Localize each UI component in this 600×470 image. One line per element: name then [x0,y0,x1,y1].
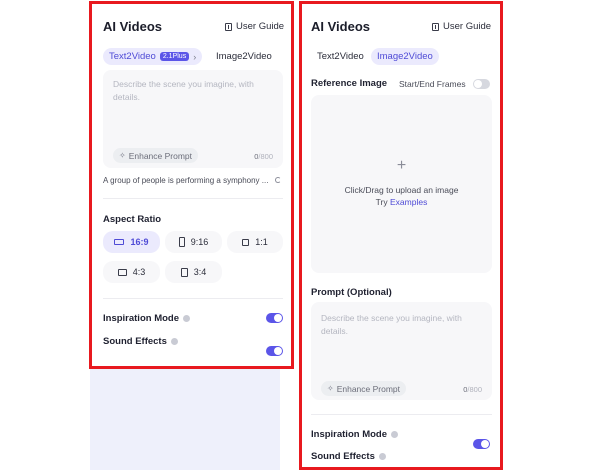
aspect-ratio-label: Aspect Ratio [103,214,161,225]
start-end-frames-label: Start/End Frames [399,79,466,89]
enhance-prompt-label: Enhance Prompt [128,150,193,161]
user-guide-link[interactable]: User Guide [225,21,284,32]
divider [103,298,283,299]
ratio-3-4[interactable]: 3:4 [165,261,222,283]
prompt-placeholder-line2: details. [321,326,348,336]
ratio-1-1[interactable]: 1:1 [227,231,283,253]
sound-effects-label: Sound Effects [311,451,386,462]
info-icon[interactable] [170,338,178,345]
info-icon[interactable] [391,431,398,438]
image2video-panel: AI Videos User Guide Text2Video Image2Vi… [299,1,503,470]
char-counter: 0/800 [463,385,482,394]
try-examples-line: Try Examples [311,197,492,207]
divider [103,198,283,199]
ratio-3-4-icon [180,267,188,277]
page-title: AI Videos [311,19,371,34]
ratio-3-4-label: 3:4 [193,267,207,277]
tab-text2video-label: Text2Video [317,51,364,62]
ratio-4-3[interactable]: 4:3 [103,261,160,283]
char-max: /800 [467,385,482,394]
reference-image-label: Reference Image [311,78,387,89]
examples-link[interactable]: Examples [390,197,427,207]
divider [311,414,492,415]
tab-text2video[interactable]: Text2Video [311,48,370,65]
tab-image2video[interactable]: Image2Video [210,48,278,65]
sound-effects-label: Sound Effects [103,336,178,347]
inspiration-mode-label: Inspiration Mode [103,313,190,324]
prompt-placeholder-line1: Describe the scene you imagine, with [113,79,254,89]
prompt-textarea[interactable]: Describe the scene you imagine, with det… [311,302,492,400]
ratio-landscape-icon [114,239,125,245]
enhance-prompt-button[interactable]: ✧ Enhance Prompt [321,381,407,396]
page-title: AI Videos [103,19,163,34]
prompt-placeholder-line2: details. [113,92,140,102]
tab-image2video-label: Image2Video [216,51,272,62]
chevron-right-icon: › [193,51,197,62]
toggle-knob [474,80,482,88]
ratio-4-3-label: 4:3 [132,267,146,277]
ratio-9-16-label: 9:16 [190,237,209,247]
book-icon [432,22,439,31]
plus-icon: + [396,157,407,174]
image-upload-area[interactable]: + Click/Drag to upload an image Try Exam… [311,95,492,273]
info-icon[interactable] [183,315,190,322]
aspect-ratio-label-text: Aspect Ratio [103,214,162,225]
inspiration-mode-toggle[interactable] [266,313,283,323]
user-guide-link[interactable]: User Guide [432,21,491,32]
inspiration-mode-label-text: Inspiration Mode [103,313,179,324]
inspiration-mode-toggle[interactable] [473,439,490,449]
tab-text2video-label: Text2Video [109,51,156,62]
user-guide-label: User Guide [443,21,492,32]
text2video-panel: AI Videos User Guide Text2Video 2.1Plus … [89,1,294,369]
prompt-placeholder-line1: Describe the scene you imagine, with [321,313,462,323]
tab-image2video[interactable]: Image2Video [371,48,439,65]
toggle-knob [274,314,282,322]
tab-image2video-label: Image2Video [377,51,433,62]
ratio-1-1-label: 1:1 [255,237,268,247]
char-max: /800 [258,152,273,161]
wand-icon: ✧ [327,384,334,393]
ratio-9-16[interactable]: 9:16 [165,231,222,253]
ratio-portrait-icon [178,237,185,247]
try-prefix: Try [375,197,390,207]
ratio-16-9[interactable]: 16:9 [103,231,160,253]
sound-effects-label-text: Sound Effects [311,451,375,462]
reference-image-label-text: Reference Image [311,78,388,89]
example-prompt-hint[interactable]: A group of people is performing a sympho… [103,176,268,185]
version-badge: 2.1Plus [159,52,190,61]
ratio-16-9-label: 16:9 [130,237,149,247]
user-guide-label: User Guide [236,21,285,32]
sound-effects-label-text: Sound Effects [103,336,167,347]
info-icon[interactable] [378,453,386,460]
ratio-4-3-icon [117,268,127,276]
inspiration-mode-label-text: Inspiration Mode [311,429,387,440]
enhance-prompt-button[interactable]: ✧ Enhance Prompt [113,148,199,163]
inspiration-mode-label: Inspiration Mode [311,429,398,440]
wand-icon: ✧ [119,151,126,160]
prompt-optional-label-text: Prompt (Optional) [311,287,392,298]
toggle-knob [274,347,282,355]
start-end-frames-toggle[interactable] [473,79,490,89]
upload-instruction: Click/Drag to upload an image [344,185,459,195]
refresh-icon[interactable] [275,177,281,183]
prompt-optional-label: Prompt (Optional) [311,287,392,298]
sound-effects-toggle[interactable] [266,346,283,356]
toggle-knob [481,440,489,448]
background-area [90,368,280,470]
enhance-prompt-label: Enhance Prompt [336,383,401,394]
ratio-square-icon [242,238,250,246]
char-counter: 0/800 [254,152,273,161]
book-icon [225,22,232,31]
tab-text2video[interactable]: Text2Video 2.1Plus › [103,48,203,65]
prompt-textarea[interactable]: Describe the scene you imagine, with det… [103,70,283,168]
